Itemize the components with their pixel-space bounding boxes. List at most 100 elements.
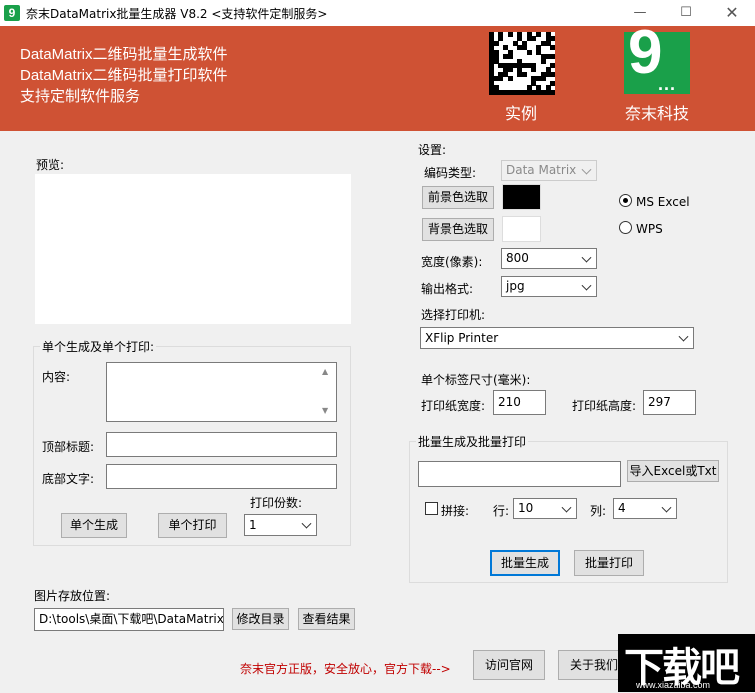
ms-excel-radio[interactable]	[619, 194, 632, 207]
printer-label: 选择打印机:	[421, 308, 486, 322]
chevron-down-icon	[678, 331, 689, 342]
ms-excel-label: MS Excel	[636, 195, 690, 209]
official-notice: 奈末官方正版，安全放心，官方下载-->	[240, 662, 451, 676]
storage-path-input[interactable]: D:\tools\桌面\下载吧\DataMatrixG	[34, 608, 224, 631]
datamatrix-module	[531, 67, 537, 73]
rows-label: 行:	[493, 504, 510, 518]
width-label: 宽度(像素):	[421, 255, 483, 269]
datamatrix-module	[536, 32, 542, 37]
width-select[interactable]: 800	[501, 248, 597, 269]
paper-width-label: 打印纸宽度:	[421, 399, 486, 413]
datamatrix-module	[507, 76, 513, 82]
format-select[interactable]: jpg	[501, 276, 597, 297]
rows-select[interactable]: 10	[513, 498, 577, 519]
site-watermark: 下载吧 www.xiazaiba.com	[618, 634, 755, 692]
logo-dots: ...	[658, 74, 677, 94]
format-label: 输出格式:	[421, 282, 474, 296]
close-button[interactable]: ✕	[709, 0, 755, 26]
batch-file-input[interactable]	[418, 461, 621, 487]
width-value: 800	[506, 251, 529, 265]
chevron-down-icon	[561, 502, 572, 513]
app-icon: 9	[4, 5, 20, 21]
maximize-button[interactable]: ☐	[663, 0, 709, 26]
cols-label: 列:	[590, 504, 607, 518]
chevron-down-icon	[581, 164, 592, 175]
preview-label: 预览:	[36, 158, 65, 172]
datamatrix-module	[522, 71, 527, 77]
scroll-up-icon[interactable]: ▲	[322, 367, 328, 376]
datamatrix-module	[498, 76, 504, 82]
top-title-input[interactable]	[106, 432, 337, 457]
encoding-label: 编码类型:	[424, 166, 477, 180]
banner-line-2: DataMatrix二维码批量打印软件	[20, 67, 228, 84]
datamatrix-module	[507, 32, 513, 37]
datamatrix-module	[540, 76, 546, 82]
window-title: 奈末DataMatrix批量生成器 V8.2 <支持软件定制服务>	[26, 7, 328, 21]
example-caption: 实例	[505, 104, 538, 123]
paper-height-label: 打印纸高度:	[572, 399, 637, 413]
datamatrix-module	[550, 36, 556, 42]
company-logo: 9 ...	[624, 22, 690, 94]
join-checkbox[interactable]	[425, 502, 438, 515]
background-color-button[interactable]: 背景色选取	[422, 218, 494, 241]
chevron-down-icon	[661, 502, 672, 513]
datamatrix-module	[550, 71, 556, 77]
copies-select[interactable]: 1	[244, 514, 317, 536]
top-title-label: 顶部标题:	[42, 440, 95, 454]
cols-select[interactable]: 4	[613, 498, 677, 519]
single-generate-button[interactable]: 单个生成	[61, 513, 127, 538]
bottom-text-label: 底部文字:	[42, 472, 95, 486]
printer-select[interactable]: XFlip Printer	[420, 327, 694, 349]
foreground-color-button[interactable]: 前景色选取	[422, 186, 494, 209]
single-group-legend: 单个生成及单个打印:	[40, 338, 157, 355]
datamatrix-module	[550, 45, 556, 51]
datamatrix-module	[550, 80, 556, 86]
content-label: 内容:	[42, 370, 71, 384]
datamatrix-example-image	[489, 32, 556, 95]
datamatrix-module	[507, 67, 513, 73]
batch-generate-button[interactable]: 批量生成	[490, 550, 560, 576]
chevron-down-icon	[581, 280, 592, 291]
bottom-text-input[interactable]	[106, 464, 337, 489]
datamatrix-module	[498, 36, 504, 42]
change-dir-button[interactable]: 修改目录	[232, 608, 289, 630]
cols-value: 4	[618, 501, 626, 515]
paper-height-input[interactable]: 297	[643, 390, 696, 415]
batch-print-button[interactable]: 批量打印	[574, 550, 644, 576]
wps-radio[interactable]	[619, 221, 632, 234]
settings-legend: 设置:	[418, 143, 447, 157]
banner-line-3: 支持定制软件服务	[20, 88, 141, 105]
format-value: jpg	[506, 279, 525, 293]
single-print-button[interactable]: 单个打印	[158, 513, 227, 538]
wps-label: WPS	[636, 222, 663, 236]
storage-label: 图片存放位置:	[34, 589, 111, 603]
encoding-select[interactable]: Data Matrix	[501, 160, 597, 181]
visit-website-button[interactable]: 访问官网	[473, 650, 545, 680]
copies-value: 1	[249, 518, 257, 532]
chevron-down-icon	[581, 252, 592, 263]
banner-line-1: DataMatrix二维码批量生成软件	[20, 46, 228, 63]
company-caption: 奈末科技	[625, 104, 690, 123]
datamatrix-module	[550, 54, 556, 60]
chevron-down-icon	[301, 518, 312, 529]
scroll-down-icon[interactable]: ▼	[322, 406, 328, 415]
view-results-button[interactable]: 查看结果	[298, 608, 355, 630]
datamatrix-module	[507, 54, 513, 60]
datamatrix-module	[550, 63, 556, 68]
datamatrix-module	[540, 58, 546, 64]
banner: DataMatrix二维码批量生成软件 DataMatrix二维码批量打印软件 …	[0, 22, 755, 131]
batch-group-legend: 批量生成及批量打印	[416, 433, 529, 450]
copies-label: 打印份数:	[250, 496, 303, 510]
preview-area	[35, 174, 351, 324]
datamatrix-module	[493, 40, 499, 46]
content-textarea[interactable]	[106, 362, 337, 422]
paper-width-input[interactable]: 210	[493, 390, 546, 415]
watermark-url: www.xiazaiba.com	[636, 680, 711, 690]
foreground-color-swatch	[502, 184, 541, 210]
datamatrix-module	[531, 36, 537, 42]
encoding-value: Data Matrix	[506, 163, 577, 177]
import-excel-button[interactable]: 导入Excel或Txt	[627, 460, 719, 482]
label-size-label: 单个标签尺寸(毫米):	[421, 373, 531, 387]
datamatrix-module	[550, 89, 556, 95]
datamatrix-module	[526, 49, 532, 55]
